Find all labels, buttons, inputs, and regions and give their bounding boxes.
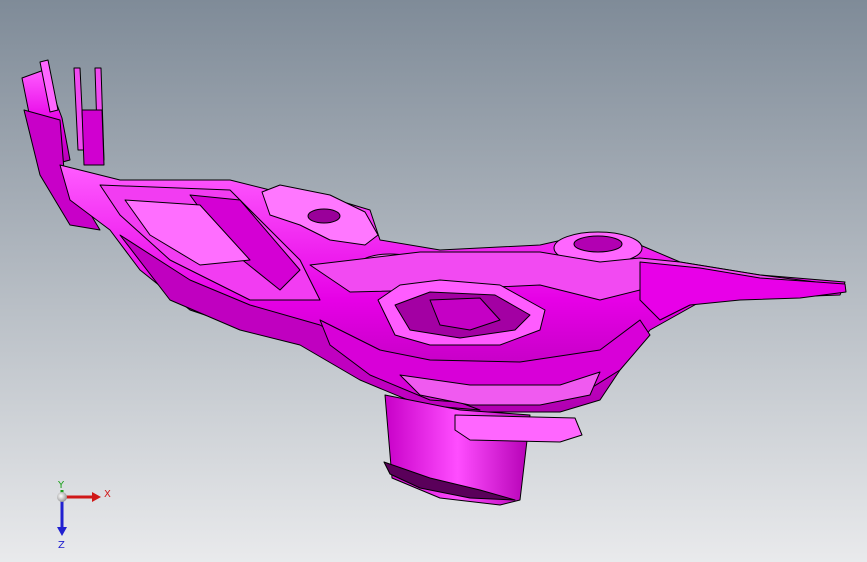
z-axis-label: Z xyxy=(58,540,65,551)
tube-rim xyxy=(454,414,583,443)
right-boss-hole xyxy=(573,235,623,253)
slot-hole xyxy=(307,208,341,224)
graphics-viewport[interactable]: X Y Z xyxy=(0,0,867,562)
x-axis-label: X xyxy=(104,489,111,500)
model-canvas[interactable]: X Y Z xyxy=(0,0,867,562)
y-axis-label: Y xyxy=(57,480,65,491)
triad-origin-sphere xyxy=(57,492,67,502)
